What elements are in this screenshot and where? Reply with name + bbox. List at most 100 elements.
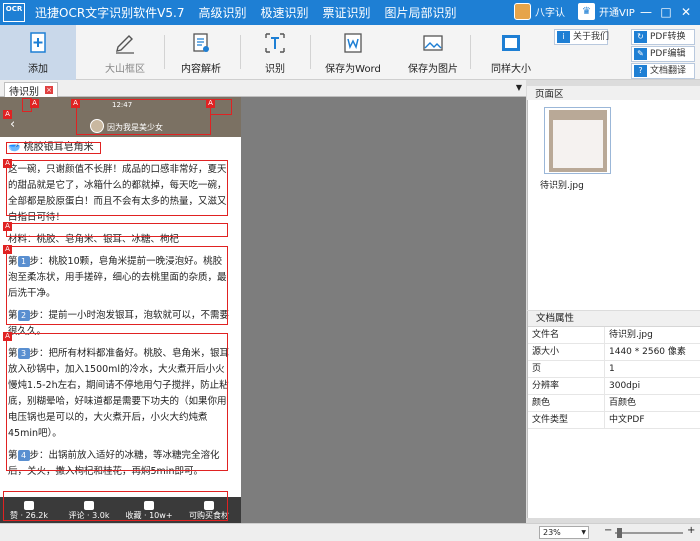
word-file-icon (344, 33, 362, 53)
user-name: 八字认 (535, 8, 565, 19)
property-key: 文件名 (528, 327, 605, 343)
thumbnail-caption: 待识别.jpg (540, 181, 584, 191)
content-parse-button[interactable]: 内容解析 (166, 25, 236, 80)
save-word-button[interactable]: 保存为Word (320, 25, 386, 80)
property-key: 分辨率 (528, 378, 605, 394)
tab-pending-recognition[interactable]: 待识别 × (4, 82, 58, 98)
save-word-label: 保存为Word (325, 64, 381, 75)
property-value: 1440 * 2560 像素 (609, 347, 686, 357)
edit-icon: ✎ (634, 48, 647, 60)
property-row: 页1 (528, 361, 700, 378)
window-controls: — □ ✕ (636, 5, 696, 20)
recognition-region[interactable] (6, 160, 228, 216)
about-us-label: 关于我们 (573, 32, 610, 42)
same-size-label: 同样大小 (491, 64, 531, 75)
same-size-button[interactable]: 同样大小 (480, 25, 542, 80)
tab-ticket-recognition[interactable]: 票证识别 (323, 4, 371, 21)
recognition-region[interactable] (6, 246, 228, 325)
zoom-in-button[interactable]: + (687, 525, 695, 536)
person-icon: i (557, 31, 570, 43)
property-key: 文件类型 (528, 412, 605, 428)
pen-icon (116, 35, 134, 54)
tab-advanced-recognition[interactable]: 高级识别 (198, 4, 246, 21)
tab-partial-recognition[interactable]: 图片局部识别 (385, 4, 457, 21)
page-panel: 待识别.jpg (527, 100, 700, 310)
document-parse-icon (193, 33, 209, 52)
convert-icon: ↻ (634, 31, 647, 43)
region-marker: A (3, 222, 12, 231)
add-file-icon (30, 32, 46, 53)
recognition-region[interactable] (6, 142, 101, 154)
zoom-slider-handle[interactable] (617, 528, 622, 538)
region-marker: A (3, 110, 12, 119)
recognition-region[interactable] (3, 491, 228, 521)
avatar (514, 3, 531, 20)
property-row: 源大小 1440 * 2560 像素 (528, 344, 700, 361)
user-account[interactable]: 八字认 (514, 3, 565, 20)
page-size-icon (502, 35, 520, 51)
pdf-edit-label: PDF编辑 (650, 49, 686, 59)
property-row: 文件名 待识别.jpg (528, 327, 700, 344)
zoom-out-button[interactable]: − (604, 525, 612, 536)
property-key: 颜色 (528, 395, 605, 411)
tab-label: 待识别 (9, 86, 39, 98)
properties-title: 文档属性 (528, 311, 700, 327)
add-button[interactable]: 添加 (0, 25, 76, 80)
vip-button[interactable]: ♛ 开通VIP (578, 3, 635, 20)
translate-icon: ? (634, 65, 647, 77)
area-select-button[interactable]: 大山框区 (90, 25, 160, 80)
property-value: 中文PDF (609, 415, 645, 425)
toolbar-divider (310, 35, 311, 69)
app-title: 迅捷OCR文字识别软件V5.7 (35, 6, 185, 20)
doc-translate-button[interactable]: ? 文档翻译 (631, 63, 695, 79)
recognition-region[interactable] (6, 223, 228, 237)
recognition-region[interactable] (6, 333, 228, 471)
page-panel-title: 页面区 (527, 86, 700, 100)
pdf-edit-button[interactable]: ✎ PDF编辑 (631, 46, 695, 62)
cart-icon: ♛ (578, 3, 595, 20)
chevron-down-icon[interactable]: ▼ (516, 83, 522, 92)
toolbar-divider (470, 35, 471, 69)
page-thumbnail[interactable] (544, 107, 611, 174)
recognized-image: 12:47 ‹ 因为我是美少女 🥣 桃胶银耳皂角米 这一碗，只谢颜值不长胖！成品… (0, 97, 241, 523)
image-viewer[interactable]: 12:47 ‹ 因为我是美少女 🥣 桃胶银耳皂角米 这一碗，只谢颜值不长胖！成品… (0, 97, 526, 523)
zoom-select[interactable]: 23% ▼ (539, 526, 589, 539)
area-select-label: 大山框区 (105, 64, 145, 75)
content-parse-label: 内容解析 (181, 64, 221, 75)
region-marker: A (206, 99, 215, 108)
property-value: 待识别.jpg (609, 330, 653, 340)
text-recognize-icon (265, 33, 285, 53)
property-key: 源大小 (528, 344, 605, 360)
pdf-convert-button[interactable]: ↻ PDF转换 (631, 29, 695, 45)
toolbar-divider (164, 35, 165, 69)
region-marker: A (71, 99, 80, 108)
property-value: 300dpi (609, 381, 641, 391)
property-row: 分辨率 300dpi (528, 378, 700, 395)
about-us-button[interactable]: i 关于我们 (554, 29, 610, 45)
chevron-down-icon: ▼ (581, 529, 586, 536)
property-row: 文件类型 中文PDF (528, 412, 700, 429)
zoom-slider[interactable] (615, 532, 683, 534)
property-value: 百颜色 (609, 398, 637, 408)
document-properties: 文档属性 文件名 待识别.jpg 源大小 1440 * 2560 像素 页1 分辨率… (527, 311, 700, 518)
close-button[interactable]: ✕ (676, 5, 696, 20)
close-icon[interactable]: × (45, 86, 53, 94)
ocr-app-window: OCR 迅捷OCR文字识别软件V5.7 高级识别 极速识别 票证识别 图片局部识… (0, 0, 700, 541)
save-image-button[interactable]: 保存为图片 (402, 25, 464, 80)
add-label: 添加 (28, 64, 48, 75)
image-file-icon (423, 35, 443, 51)
tab-fast-recognition[interactable]: 极速识别 (260, 4, 308, 21)
app-logo-icon: OCR (3, 3, 25, 22)
recognize-button[interactable]: 识别 (244, 25, 306, 80)
recognize-label: 识别 (265, 64, 285, 75)
phone-footer: 赞 · 26.2k 评论 · 3.0k 收藏 · 10w+ 可购买食材 (0, 491, 241, 523)
document-tab-strip: 待识别 × ▼ (0, 80, 526, 98)
minimize-button[interactable]: — (636, 5, 656, 20)
recognition-region[interactable] (76, 99, 211, 135)
zoom-value: 23% (543, 528, 561, 537)
maximize-button[interactable]: □ (656, 5, 676, 20)
save-image-label: 保存为图片 (408, 64, 458, 75)
back-icon: ‹ (10, 117, 16, 132)
toolbar: 添加 大山框区 内容解析 识别 保存为Word 保存为图片 同样大小 i 关于我… (0, 25, 700, 80)
region-marker: A (3, 245, 12, 254)
